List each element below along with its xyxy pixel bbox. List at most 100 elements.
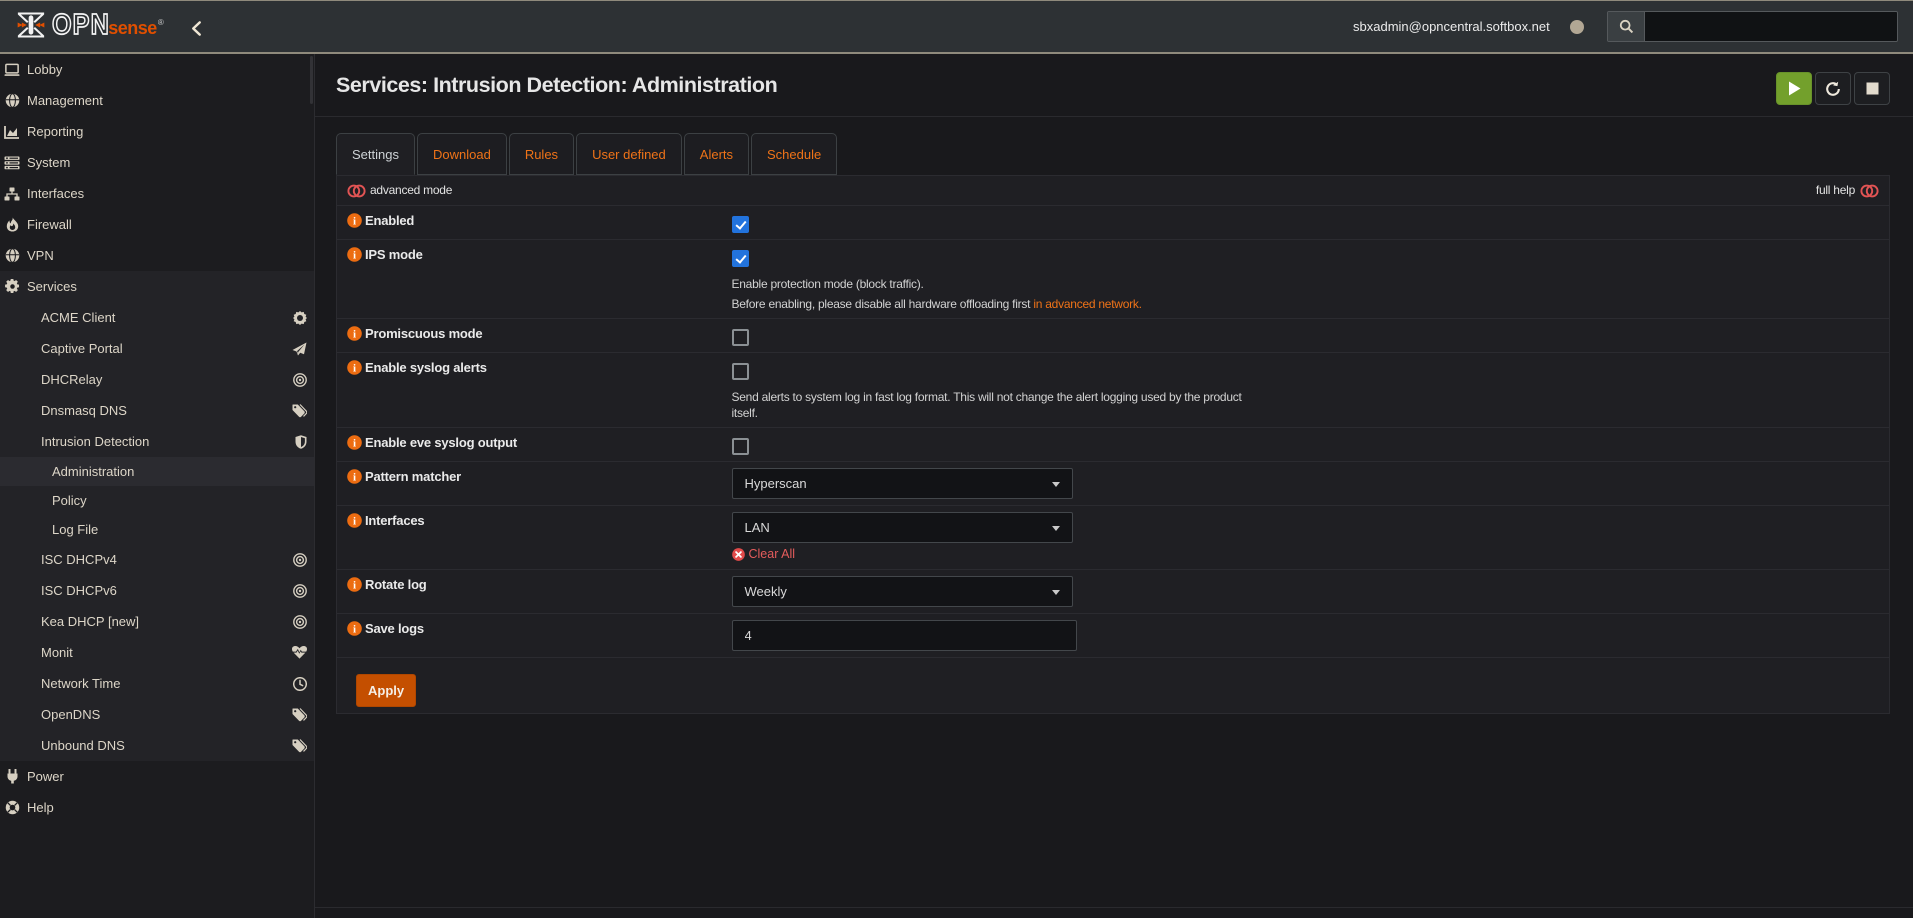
tab-settings[interactable]: Settings <box>336 133 415 175</box>
info-icon[interactable]: i <box>347 621 362 636</box>
paper-plane-icon <box>292 342 307 356</box>
info-icon[interactable]: i <box>347 326 362 341</box>
stop-icon <box>1866 82 1879 95</box>
setting-row-enabled: iEnabled <box>337 206 1890 240</box>
user-email[interactable]: sbxadmin@opncentral.softbox.net <box>1353 19 1550 34</box>
interfaces-select[interactable]: LAN <box>732 512 1073 543</box>
sidebar-item-isc-dhcpv6[interactable]: ISC DHCPv6 <box>0 575 314 606</box>
enabled-checkbox[interactable] <box>732 216 749 233</box>
sidebar-item-kea-dhcp-new[interactable]: Kea DHCP [new] <box>0 606 314 637</box>
promiscuous-mode-checkbox[interactable] <box>732 329 749 346</box>
sidebar-item-label: Power <box>27 769 64 784</box>
sidebar-item-intrusion-detection[interactable]: Intrusion Detection <box>0 426 314 457</box>
sidebar-item-network-time[interactable]: Network Time <box>0 668 314 699</box>
tab-download[interactable]: Download <box>417 133 507 175</box>
rotate-log-select[interactable]: Weekly <box>732 576 1073 607</box>
sidebar-item-policy[interactable]: Policy <box>0 486 314 515</box>
info-icon[interactable]: i <box>347 360 362 375</box>
svg-text:i: i <box>353 623 356 635</box>
setting-row-save-logs: i Save logs <box>337 614 1890 658</box>
tab-bar: SettingsDownloadRulesUser definedAlertsS… <box>336 133 839 175</box>
global-search <box>1607 11 1898 42</box>
setting-row-ips-mode: iIPS modeEnable protection mode (block t… <box>337 240 1890 319</box>
sidebar-scrollbar[interactable] <box>310 56 313 104</box>
save-logs-input[interactable] <box>732 620 1077 651</box>
toggle-icon <box>347 184 366 198</box>
sidebar-item-label: Policy <box>52 493 87 508</box>
setting-label: Save logs <box>365 620 424 637</box>
sidebar-item-power[interactable]: Power <box>0 761 314 792</box>
sidebar-item-monit[interactable]: Monit <box>0 637 314 668</box>
sidebar-item-label: Management <box>27 93 103 108</box>
sidebar-item-dnsmasq-dns[interactable]: Dnsmasq DNS <box>0 395 314 426</box>
sidebar-item-unbound-dns[interactable]: Unbound DNS <box>0 730 314 761</box>
info-icon[interactable]: i <box>347 213 362 228</box>
restart-service-button[interactable] <box>1815 72 1851 105</box>
sidebar-item-captive-portal[interactable]: Captive Portal <box>0 333 314 364</box>
help-link[interactable]: in advanced network. <box>1033 297 1141 311</box>
sidebar-item-isc-dhcpv4[interactable]: ISC DHCPv4 <box>0 544 314 575</box>
info-icon[interactable]: i <box>347 247 362 262</box>
clock-icon <box>293 677 307 691</box>
tab-rules[interactable]: Rules <box>509 133 574 175</box>
info-icon[interactable]: i <box>347 435 362 450</box>
sidebar-item-opendns[interactable]: OpenDNS <box>0 699 314 730</box>
sidebar-item-label: Monit <box>41 645 73 660</box>
area-chart-icon <box>4 125 20 139</box>
life-ring-icon <box>4 800 20 815</box>
sidebar-item-interfaces[interactable]: Interfaces <box>0 178 314 209</box>
enable-syslog-alerts-checkbox[interactable] <box>732 363 749 380</box>
bullseye-icon <box>293 615 307 629</box>
search-input[interactable] <box>1645 12 1897 41</box>
heartbeat-icon <box>292 646 307 659</box>
ips-mode-checkbox[interactable] <box>732 250 749 267</box>
brand-opn: OPN <box>52 10 110 39</box>
info-icon[interactable]: i <box>347 469 362 484</box>
svg-text:i: i <box>353 471 356 483</box>
sidebar-item-log-file[interactable]: Log File <box>0 515 314 544</box>
sidebar-item-label: Lobby <box>27 62 62 77</box>
setting-row-enable-syslog-alerts: iEnable syslog alertsSend alerts to syst… <box>337 353 1890 428</box>
clear-all-button[interactable]: Clear All <box>732 546 796 563</box>
sidebar-item-label: Unbound DNS <box>41 738 125 753</box>
sidebar-item-dhcrelay[interactable]: DHCRelay <box>0 364 314 395</box>
sidebar-item-label: Kea DHCP [new] <box>41 614 139 629</box>
sidebar-item-label: Firewall <box>27 217 72 232</box>
sidebar-item-administration[interactable]: Administration <box>0 457 314 486</box>
sidebar-item-lobby[interactable]: Lobby <box>0 54 314 85</box>
full-help-toggle[interactable]: full help <box>1816 182 1879 199</box>
sidebar-item-label: ISC DHCPv6 <box>41 583 117 598</box>
refresh-icon <box>1825 81 1841 97</box>
opnsense-logo[interactable]: OPN sense ® <box>16 10 164 40</box>
svg-text:i: i <box>353 328 356 340</box>
info-icon[interactable]: i <box>347 577 362 592</box>
stop-service-button[interactable] <box>1854 72 1890 105</box>
start-service-button[interactable] <box>1776 72 1812 105</box>
sidebar-item-label: Dnsmasq DNS <box>41 403 127 418</box>
top-header: OPN sense ® sbxadmin@opncentral.softbox.… <box>0 0 1913 54</box>
info-icon[interactable]: i <box>347 513 362 528</box>
sidebar-item-label: Help <box>27 800 54 815</box>
setting-label: Enable eve syslog output <box>365 434 517 451</box>
apply-button[interactable]: Apply <box>356 674 416 707</box>
enable-eve-syslog-output-checkbox[interactable] <box>732 438 749 455</box>
svg-text:i: i <box>353 215 356 227</box>
tab-schedule[interactable]: Schedule <box>751 133 837 175</box>
caret-down-icon <box>1052 482 1060 487</box>
tab-user-defined[interactable]: User defined <box>576 133 682 175</box>
sidebar-item-vpn[interactable]: VPN <box>0 240 314 271</box>
pattern-matcher-select[interactable]: Hyperscan <box>732 468 1073 499</box>
brand-sense: sense <box>108 19 157 37</box>
sidebar-item-system[interactable]: System <box>0 147 314 178</box>
tab-alerts[interactable]: Alerts <box>684 133 749 175</box>
sidebar-collapse-icon[interactable] <box>190 20 203 37</box>
sidebar-item-management[interactable]: Management <box>0 85 314 116</box>
sidebar-item-help[interactable]: Help <box>0 792 314 823</box>
sidebar-item-services[interactable]: Services <box>0 271 314 302</box>
sidebar-item-label: VPN <box>27 248 54 263</box>
advanced-mode-toggle[interactable]: advanced mode <box>347 182 452 199</box>
sidebar-item-firewall[interactable]: Firewall <box>0 209 314 240</box>
sidebar-item-acme-client[interactable]: ACME Client <box>0 302 314 333</box>
sidebar-item-reporting[interactable]: Reporting <box>0 116 314 147</box>
advanced-mode-label: advanced mode <box>370 182 452 199</box>
